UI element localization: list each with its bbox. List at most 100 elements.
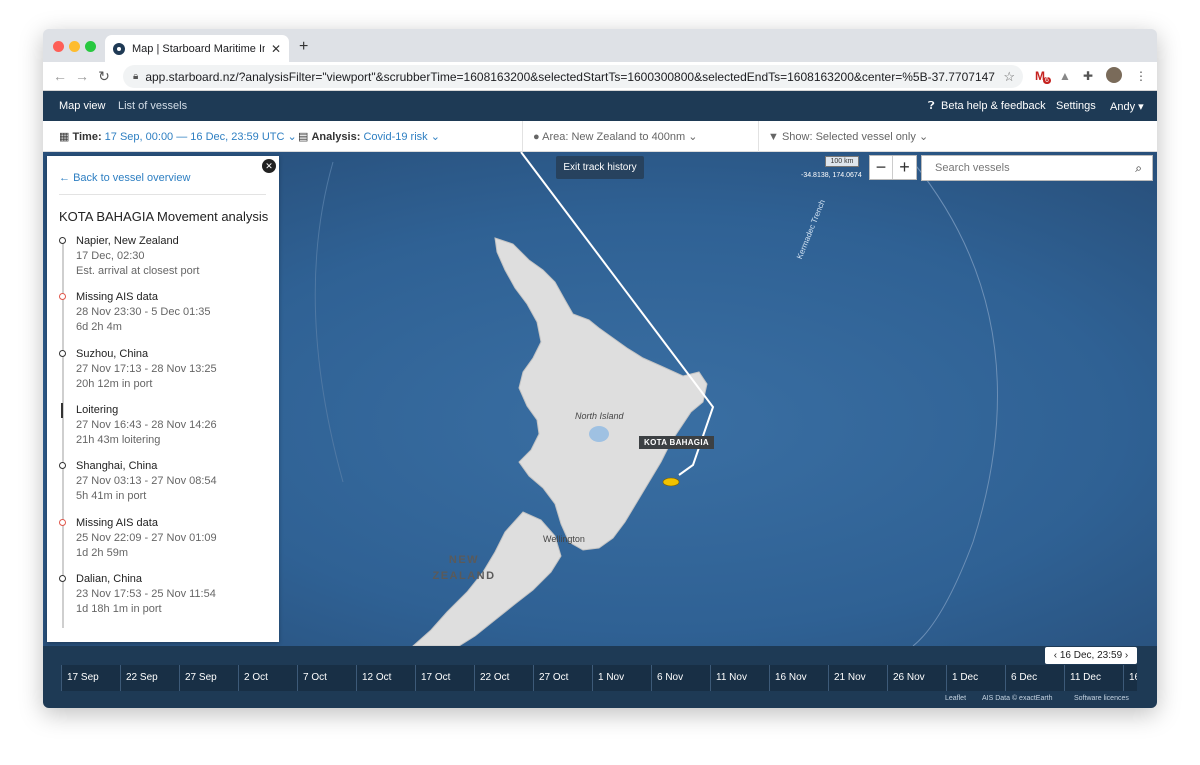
reload-icon[interactable]: ↻ — [93, 68, 115, 85]
timeline-event[interactable]: Suzhou, China 27 Nov 17:13 - 28 Nov 13:25… — [59, 347, 269, 392]
scrubber-time-value: 16 Dec, 23:59 — [1059, 650, 1123, 661]
scrubber-tick-label: 22 Sep — [120, 665, 179, 691]
user-menu[interactable]: Andy ▾ — [1110, 100, 1144, 113]
calendar-icon: ▦ — [59, 131, 70, 143]
map-scale: 100 km — [825, 156, 859, 167]
nz-label-line2: ZEALAND — [432, 570, 496, 582]
nav-map-view[interactable]: Map view — [59, 100, 105, 112]
scrubber-tick-label: 6 Nov — [651, 665, 710, 691]
leaflet-link[interactable]: Leaflet — [945, 695, 966, 702]
search-vessels-input[interactable]: Search vessels ⌕ — [921, 155, 1153, 181]
area-filter[interactable]: ● Area: New Zealand to 400nm ⌄ — [533, 130, 697, 143]
close-tab-icon[interactable]: ✕ — [271, 42, 281, 56]
timeline-event[interactable]: Shanghai, China 27 Nov 03:13 - 27 Nov 08:… — [59, 459, 269, 504]
search-icon[interactable]: ⌕ — [1135, 156, 1142, 180]
filter-bar: ▦ Time: 17 Sep, 00:00 — 16 Dec, 23:59 UT… — [43, 121, 1157, 152]
port-marker — [59, 462, 66, 469]
panel-divider — [59, 194, 266, 195]
nz-label-line1: NEW — [448, 554, 480, 566]
event-title: Missing AIS data — [76, 517, 158, 529]
scrubber-tick-label: 1 Nov — [592, 665, 651, 691]
chevron-left-icon[interactable]: ‹ — [1054, 650, 1057, 661]
scrubber-tick-label: 1 Dec — [946, 665, 1005, 691]
close-window-button[interactable] — [53, 41, 64, 52]
timeline-event[interactable]: Loitering 27 Nov 16:43 - 28 Nov 14:26 21h … — [59, 403, 269, 448]
event-time: 28 Nov 23:30 - 5 Dec 01:35 — [76, 306, 211, 318]
port-marker — [59, 237, 66, 244]
time-filter-value: 17 Sep, 00:00 — 16 Dec, 23:59 UTC — [104, 131, 285, 143]
event-time: 27 Nov 17:13 - 28 Nov 13:25 — [76, 363, 217, 375]
scrubber-tick-label: 6 Dec — [1005, 665, 1064, 691]
scrubber-current-time[interactable]: ‹ 16 Dec, 23:59 › — [1045, 647, 1137, 664]
event-time: 27 Nov 16:43 - 28 Nov 14:26 — [76, 419, 217, 431]
browser-window: Map | Starboard Maritime Intelli ✕ + ← →… — [43, 29, 1157, 708]
scrubber-tick-label: 27 Sep — [179, 665, 238, 691]
event-time: 27 Nov 03:13 - 27 Nov 08:54 — [76, 475, 217, 487]
timeline-event[interactable]: Missing AIS data 28 Nov 23:30 - 5 Dec 01:… — [59, 290, 269, 335]
help-icon[interactable]: ❓︎ — [928, 100, 935, 113]
event-detail: 1d 2h 59m — [76, 547, 128, 559]
scrubber-tick-label: 17 Oct — [415, 665, 474, 691]
address-bar[interactable]: 🔒︎ app.starboard.nz/?analysisFilter="vie… — [123, 65, 1023, 88]
show-filter[interactable]: ▼ Show: Selected vessel only ⌄ — [768, 130, 928, 143]
scrubber-tick-label: 22 Oct — [474, 665, 533, 691]
movement-analysis-panel: ← Back to vessel overview ✕ KOTA BAHAGIA… — [47, 156, 279, 642]
back-to-vessel-overview-link[interactable]: ← Back to vessel overview — [59, 172, 190, 184]
zoom-out-button[interactable]: − — [870, 156, 894, 179]
zoom-in-button[interactable]: + — [893, 156, 916, 179]
scrubber-tick-label: 2 Oct — [238, 665, 297, 691]
event-detail: Est. arrival at closest port — [76, 265, 200, 277]
close-panel-button[interactable]: ✕ — [262, 159, 276, 173]
minimize-window-button[interactable] — [69, 41, 80, 52]
drive-extension-icon[interactable]: ▲ — [1059, 69, 1071, 83]
scrubber-track[interactable]: 17 Sep 22 Sep 27 Sep 2 Oct 7 Oct 12 Oct 17 Oct… — [61, 665, 1137, 691]
browser-menu-icon[interactable]: ⋮ — [1135, 69, 1147, 83]
nav-list-of-vessels[interactable]: List of vessels — [118, 100, 187, 112]
maximize-window-button[interactable] — [85, 41, 96, 52]
funnel-icon: ▼ — [768, 131, 779, 143]
timeline-event[interactable]: Dalian, China 23 Nov 17:53 - 25 Nov 11:54… — [59, 572, 269, 617]
url-text: app.starboard.nz/?analysisFilter="viewpo… — [145, 69, 996, 84]
forward-arrow-icon[interactable]: → — [71, 68, 93, 84]
chevron-down-icon: ⌄ — [918, 131, 929, 143]
scrubber-tick-label: 27 Oct — [533, 665, 592, 691]
map-canvas[interactable]: ← Back to vessel overview ✕ KOTA BAHAGIA… — [43, 152, 1157, 646]
event-detail: 6d 2h 4m — [76, 321, 122, 333]
chevron-down-icon: ⌄ — [287, 131, 297, 143]
nav-settings[interactable]: Settings — [1056, 100, 1096, 112]
event-title: Shanghai, China — [76, 460, 158, 472]
nav-help-feedback[interactable]: Beta help & feedback — [941, 100, 1046, 112]
software-licences-link[interactable]: Software licences — [1074, 695, 1129, 702]
scrubber-tick-label: 17 Sep — [61, 665, 120, 691]
new-tab-icon[interactable]: + — [299, 38, 308, 56]
event-detail: 1d 18h 1m in port — [76, 603, 162, 615]
chevron-right-icon[interactable]: › — [1125, 650, 1128, 661]
bookmark-star-icon[interactable]: ☆ — [1003, 69, 1015, 85]
extensions-puzzle-icon[interactable]: ✚ — [1083, 69, 1093, 83]
event-detail: 21h 43m loitering — [76, 434, 161, 446]
browser-tab[interactable]: Map | Starboard Maritime Intelli ✕ — [105, 35, 289, 62]
profile-avatar[interactable] — [1106, 67, 1122, 83]
event-time: 17 Dec, 02:30 — [76, 250, 145, 262]
tab-strip: Map | Starboard Maritime Intelli ✕ + — [43, 29, 1157, 62]
show-filter-label: Show: — [781, 131, 813, 143]
event-title: Napier, New Zealand — [76, 235, 179, 247]
analysis-filter[interactable]: ▤ Analysis: Covid-19 risk ⌄ — [298, 130, 440, 143]
timeline-event[interactable]: Missing AIS data 25 Nov 22:09 - 27 Nov 01… — [59, 516, 269, 561]
starboard-favicon-icon — [113, 42, 125, 55]
map-attribution: Leaflet AIS Data © exactEarth Software l… — [43, 692, 1157, 708]
filter-divider — [758, 121, 759, 152]
time-filter[interactable]: ▦ Time: 17 Sep, 00:00 — 16 Dec, 23:59 UT… — [59, 130, 297, 143]
tab-title: Map | Starboard Maritime Intelli — [132, 42, 265, 55]
timeline-event[interactable]: Napier, New Zealand 17 Dec, 02:30 Est. arr… — [59, 234, 269, 279]
extension-badge: 6 — [1043, 77, 1051, 84]
exit-track-history-button[interactable]: Exit track history — [556, 156, 644, 179]
user-name: Andy — [1110, 101, 1136, 113]
browser-toolbar: ← → ↻ 🔒︎ app.starboard.nz/?analysisFilte… — [43, 62, 1157, 91]
scrubber-tick-label: 12 Oct — [356, 665, 415, 691]
lake-taupo — [589, 426, 609, 442]
vessel-name-label[interactable]: KOTA BAHAGIA — [639, 436, 714, 449]
cursor-coordinates: -34.8138, 174.0674 — [801, 172, 862, 179]
back-arrow-icon[interactable]: ← — [49, 68, 71, 84]
globe-icon: ● — [533, 131, 540, 143]
